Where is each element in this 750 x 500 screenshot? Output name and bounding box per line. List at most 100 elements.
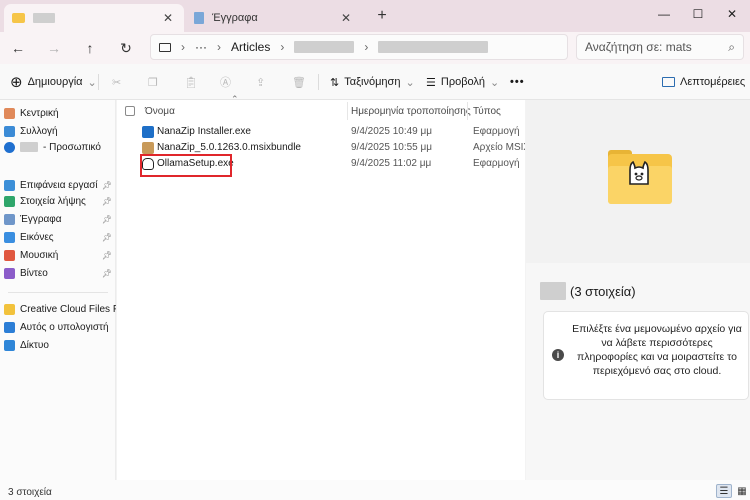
column-header-type[interactable]: Τύπος [473, 102, 501, 120]
sort-button[interactable]: ⇅ Ταξινόμηση ⌄ [330, 72, 415, 92]
videos-icon [4, 267, 15, 279]
sidebar-item-videos[interactable]: Βίντεο 📌︎ [4, 264, 116, 282]
command-bar: ⊕ Δημιουργία ⌄ ✂ ❐ 📋︎ Ⓐ ⇪ 🗑︎ ⇅ Ταξινόμησ… [0, 64, 750, 100]
window-close-button[interactable]: ✕ [716, 2, 748, 26]
search-box[interactable]: Αναζήτηση σε: mats ⌕ [576, 34, 744, 60]
close-icon[interactable]: ✕ [338, 11, 354, 25]
monitor-icon [159, 42, 171, 52]
sidebar-item-label: Δίκτυο [20, 339, 49, 351]
minimize-button[interactable]: — [648, 2, 680, 26]
sidebar-item-this-pc[interactable]: Αυτός ο υπολογιστή [4, 318, 116, 336]
desktop-icon [4, 179, 15, 191]
sidebar-item-label: Εικόνες [20, 231, 54, 243]
file-type: Αρχείο MSIX [473, 142, 525, 153]
column-header-modified[interactable]: Ημερομηνία τροποποίησης [351, 102, 471, 120]
info-card: i Επιλέξτε ένα μεμονωμένο αρχείο για να … [543, 311, 749, 400]
installer-icon [142, 126, 154, 138]
chevron-up-icon: ⌃ [231, 94, 239, 104]
select-all-checkbox[interactable] [125, 102, 135, 120]
chevron-right-icon: › [217, 40, 221, 54]
chevron-right-icon: › [280, 40, 285, 54]
chevron-down-icon: ⌄ [405, 76, 415, 89]
search-input[interactable]: Αναζήτηση σε: mats [585, 40, 692, 54]
sidebar-item-home[interactable]: Κεντρική [4, 104, 116, 122]
column-header-name[interactable]: Όνομα [145, 102, 175, 120]
item-count-heading: (3 στοιχεία) [540, 282, 636, 300]
tiles-view-icon[interactable]: ▦ [734, 484, 750, 498]
pin-icon: 📌︎ [101, 232, 112, 242]
sort-icon: ⇅ [330, 76, 340, 89]
details-view-icon[interactable]: ☰ [716, 484, 732, 498]
documents-icon [194, 12, 204, 24]
sidebar-item-downloads[interactable]: Στοιχεία λήψης 📌︎ [4, 192, 116, 210]
sidebar-item-pictures[interactable]: Εικόνες 📌︎ [4, 228, 116, 246]
chevron-down-icon: ⌄ [490, 76, 500, 89]
file-row[interactable]: NanaZip Installer.exe 9/4/2025 10:49 μμ … [117, 124, 525, 140]
more-options-button[interactable]: ••• [510, 72, 525, 92]
network-icon [4, 339, 15, 351]
new-tab-button[interactable]: + [372, 7, 392, 25]
chevron-down-icon: ⌄ [87, 76, 97, 89]
this-pc-icon [4, 321, 15, 333]
delete-icon[interactable]: 🗑︎ [292, 72, 306, 92]
onedrive-icon [4, 141, 15, 153]
gallery-icon [4, 125, 15, 137]
view-button[interactable]: ☰ Προβολή ⌄ [426, 72, 499, 92]
sidebar-item-label: Αυτός ο υπολογιστή [20, 321, 109, 333]
sidebar-item-creative-cloud[interactable]: Creative Cloud Files F [4, 300, 116, 318]
share-icon[interactable]: ⇪ [256, 72, 265, 92]
tab-current[interactable]: ✕ [4, 4, 184, 32]
sidebar-divider [8, 292, 108, 293]
sidebar-item-label: Συλλογή [20, 125, 58, 137]
music-icon [4, 249, 15, 261]
navigation-bar: ← → ↑ ↻ › ··· › Articles › › Αναζήτηση σ… [0, 32, 750, 64]
tab-title [33, 12, 160, 24]
title-bar: ✕ Έγγραφα ✕ + — ☐ ✕ [0, 0, 750, 32]
tab-documents[interactable]: Έγγραφα ✕ [186, 4, 362, 32]
sidebar-item-music[interactable]: Μουσική 📌︎ [4, 246, 116, 264]
close-icon[interactable]: ✕ [160, 11, 176, 25]
sidebar-item-label: Στοιχεία λήψης [20, 195, 86, 207]
item-count: (3 στοιχεία) [570, 283, 636, 299]
sidebar-item-onedrive[interactable]: - Προσωπικό [4, 138, 116, 156]
breadcrumb-articles[interactable]: Articles [231, 40, 270, 54]
file-type: Εφαρμογή [473, 158, 520, 169]
redacted-name [20, 142, 38, 152]
column-divider[interactable] [347, 102, 348, 120]
new-button[interactable]: ⊕ Δημιουργία ⌄ [10, 72, 97, 92]
details-label: Λεπτομέρειες [680, 76, 746, 88]
address-bar[interactable]: › ··· › Articles › › [150, 34, 568, 60]
status-bar: 3 στοιχεία ☰ ▦ [0, 480, 750, 500]
rename-icon[interactable]: Ⓐ [220, 72, 231, 92]
breadcrumb-redacted [294, 41, 355, 53]
forward-button[interactable]: → [42, 37, 66, 59]
file-modified: 9/4/2025 11:02 μμ [351, 158, 432, 169]
file-name: NanaZip_5.0.1263.0.msixbundle [157, 142, 301, 153]
view-icon: ☰ [426, 76, 436, 89]
navigation-pane: Κεντρική Συλλογή - Προσωπικό Επιφάνεια ε… [0, 100, 116, 480]
details-button[interactable]: Λεπτομέρειες [662, 72, 745, 92]
back-button[interactable]: ← [6, 37, 30, 59]
chevron-right-icon: › [181, 40, 185, 54]
details-pane-icon [662, 77, 675, 87]
plus-icon: ⊕ [10, 74, 23, 91]
creative-cloud-icon [4, 303, 15, 315]
breadcrumb-more[interactable]: ··· [195, 40, 207, 54]
column-divider[interactable] [467, 102, 468, 120]
copy-icon[interactable]: ❐ [148, 72, 158, 92]
sidebar-item-network[interactable]: Δίκτυο [4, 336, 116, 354]
divider [98, 74, 99, 90]
sidebar-item-documents[interactable]: Έγγραφα 📌︎ [4, 210, 116, 228]
sidebar-item-label: Κεντρική [20, 107, 59, 119]
pin-icon: 📌︎ [101, 180, 112, 190]
pin-icon: 📌︎ [101, 214, 112, 224]
cut-icon[interactable]: ✂ [112, 72, 121, 92]
up-button[interactable]: ↑ [78, 37, 102, 59]
paste-icon[interactable]: 📋︎ [184, 72, 198, 92]
pictures-icon [4, 231, 15, 243]
sidebar-item-label: Creative Cloud Files F [20, 303, 116, 315]
refresh-button[interactable]: ↻ [114, 37, 138, 59]
maximize-button[interactable]: ☐ [682, 2, 714, 26]
folder-icon [12, 13, 25, 23]
view-label: Προβολή [440, 76, 486, 88]
